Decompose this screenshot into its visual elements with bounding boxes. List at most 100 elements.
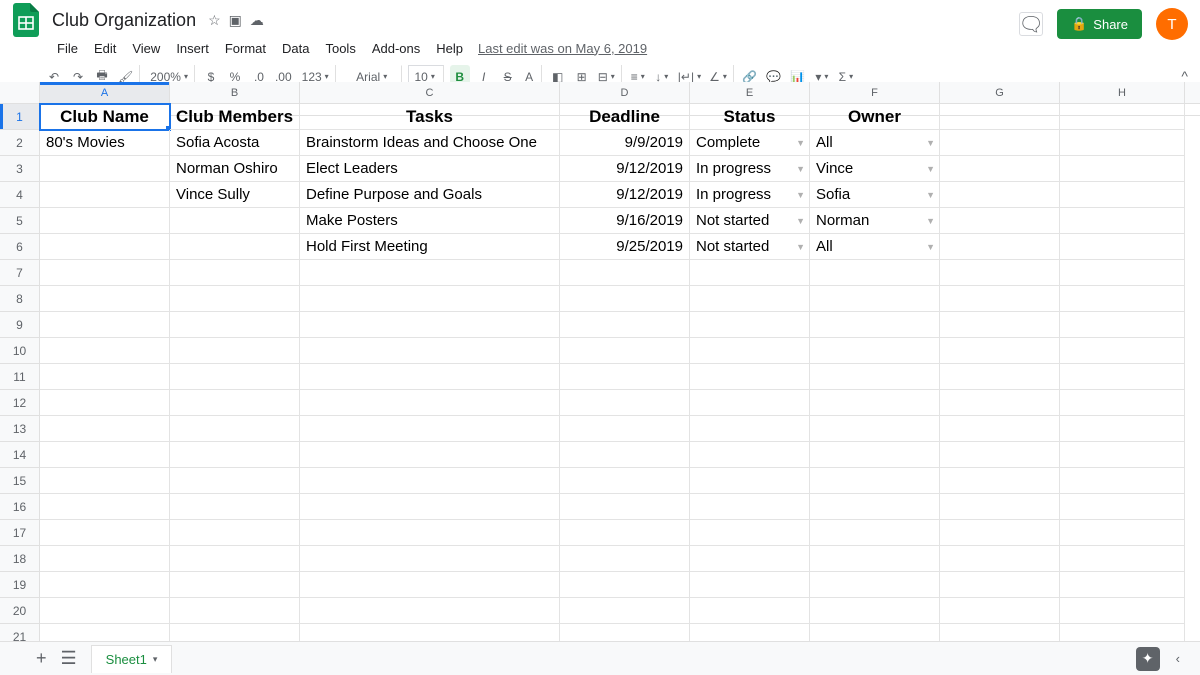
cell-D1[interactable]: Deadline — [560, 104, 690, 130]
cell-A8[interactable] — [40, 286, 170, 312]
cell-B7[interactable] — [170, 260, 300, 286]
cell-D19[interactable] — [560, 572, 690, 598]
comments-button[interactable]: 🗨 — [1019, 12, 1043, 36]
row-header[interactable]: 21 — [0, 624, 40, 641]
cell-C12[interactable] — [300, 390, 560, 416]
cell-D2[interactable]: 9/9/2019 — [560, 130, 690, 156]
cell-H10[interactable] — [1060, 338, 1185, 364]
cell-F15[interactable] — [810, 468, 940, 494]
dropdown-arrow-icon[interactable]: ▼ — [926, 216, 935, 226]
dropdown-arrow-icon[interactable]: ▼ — [796, 164, 805, 174]
cell-E10[interactable] — [690, 338, 810, 364]
cell-H12[interactable] — [1060, 390, 1185, 416]
cell-F6[interactable]: All▼ — [810, 234, 940, 260]
menu-edit[interactable]: Edit — [87, 39, 123, 58]
cell-A9[interactable] — [40, 312, 170, 338]
menu-help[interactable]: Help — [429, 39, 470, 58]
row-header[interactable]: 13 — [0, 416, 40, 442]
cell-G15[interactable] — [940, 468, 1060, 494]
cell-A21[interactable] — [40, 624, 170, 641]
cloud-icon[interactable]: ☁ — [250, 12, 264, 29]
cell-D4[interactable]: 9/12/2019 — [560, 182, 690, 208]
share-button[interactable]: 🔒 Share — [1057, 9, 1142, 39]
cell-F12[interactable] — [810, 390, 940, 416]
cell-E7[interactable] — [690, 260, 810, 286]
cell-H20[interactable] — [1060, 598, 1185, 624]
cell-G17[interactable] — [940, 520, 1060, 546]
dropdown-arrow-icon[interactable]: ▼ — [796, 216, 805, 226]
cell-E20[interactable] — [690, 598, 810, 624]
cell-B9[interactable] — [170, 312, 300, 338]
cell-H15[interactable] — [1060, 468, 1185, 494]
cell-B3[interactable]: Norman Oshiro — [170, 156, 300, 182]
cell-A3[interactable] — [40, 156, 170, 182]
cell-B4[interactable]: Vince Sully — [170, 182, 300, 208]
cell-F8[interactable] — [810, 286, 940, 312]
spreadsheet-grid[interactable]: A B C D E F G H 1Club NameClub MembersTa… — [0, 82, 1200, 641]
sidebar-collapse-icon[interactable]: ‹ — [1176, 651, 1180, 666]
cell-C21[interactable] — [300, 624, 560, 641]
cell-D20[interactable] — [560, 598, 690, 624]
menu-tools[interactable]: Tools — [318, 39, 362, 58]
cell-C13[interactable] — [300, 416, 560, 442]
menu-view[interactable]: View — [125, 39, 167, 58]
cell-B6[interactable] — [170, 234, 300, 260]
cell-D5[interactable]: 9/16/2019 — [560, 208, 690, 234]
cell-C17[interactable] — [300, 520, 560, 546]
col-header-g[interactable]: G — [940, 82, 1060, 103]
col-header-d[interactable]: D — [560, 82, 690, 103]
cell-H18[interactable] — [1060, 546, 1185, 572]
cell-H5[interactable] — [1060, 208, 1185, 234]
menu-format[interactable]: Format — [218, 39, 273, 58]
cell-G14[interactable] — [940, 442, 1060, 468]
cell-E19[interactable] — [690, 572, 810, 598]
cell-B10[interactable] — [170, 338, 300, 364]
cell-G11[interactable] — [940, 364, 1060, 390]
cell-E17[interactable] — [690, 520, 810, 546]
cell-G3[interactable] — [940, 156, 1060, 182]
cell-E6[interactable]: Not started▼ — [690, 234, 810, 260]
cell-C11[interactable] — [300, 364, 560, 390]
cell-E9[interactable] — [690, 312, 810, 338]
cell-B21[interactable] — [170, 624, 300, 641]
cell-G12[interactable] — [940, 390, 1060, 416]
cell-G5[interactable] — [940, 208, 1060, 234]
cell-B2[interactable]: Sofia Acosta — [170, 130, 300, 156]
cell-E16[interactable] — [690, 494, 810, 520]
row-header[interactable]: 2 — [0, 130, 40, 156]
cell-D13[interactable] — [560, 416, 690, 442]
cell-A20[interactable] — [40, 598, 170, 624]
cell-F11[interactable] — [810, 364, 940, 390]
cell-F17[interactable] — [810, 520, 940, 546]
cell-B1[interactable]: Club Members — [170, 104, 300, 130]
cell-G18[interactable] — [940, 546, 1060, 572]
row-header[interactable]: 12 — [0, 390, 40, 416]
cell-F18[interactable] — [810, 546, 940, 572]
col-header-c[interactable]: C — [300, 82, 560, 103]
cell-B20[interactable] — [170, 598, 300, 624]
cell-C16[interactable] — [300, 494, 560, 520]
all-sheets-button[interactable]: ☰ — [61, 648, 77, 669]
dropdown-arrow-icon[interactable]: ▼ — [796, 242, 805, 252]
cell-A12[interactable] — [40, 390, 170, 416]
cell-B16[interactable] — [170, 494, 300, 520]
cell-A4[interactable] — [40, 182, 170, 208]
cell-A16[interactable] — [40, 494, 170, 520]
cell-B15[interactable] — [170, 468, 300, 494]
cell-E18[interactable] — [690, 546, 810, 572]
cell-G2[interactable] — [940, 130, 1060, 156]
account-avatar[interactable]: T — [1156, 8, 1188, 40]
cell-B5[interactable] — [170, 208, 300, 234]
cell-G9[interactable] — [940, 312, 1060, 338]
col-header-e[interactable]: E — [690, 82, 810, 103]
cell-C10[interactable] — [300, 338, 560, 364]
cell-C19[interactable] — [300, 572, 560, 598]
cell-G19[interactable] — [940, 572, 1060, 598]
cell-D3[interactable]: 9/12/2019 — [560, 156, 690, 182]
cell-F3[interactable]: Vince▼ — [810, 156, 940, 182]
row-header[interactable]: 17 — [0, 520, 40, 546]
cell-A10[interactable] — [40, 338, 170, 364]
row-header[interactable]: 7 — [0, 260, 40, 286]
cell-E4[interactable]: In progress▼ — [690, 182, 810, 208]
cell-E8[interactable] — [690, 286, 810, 312]
